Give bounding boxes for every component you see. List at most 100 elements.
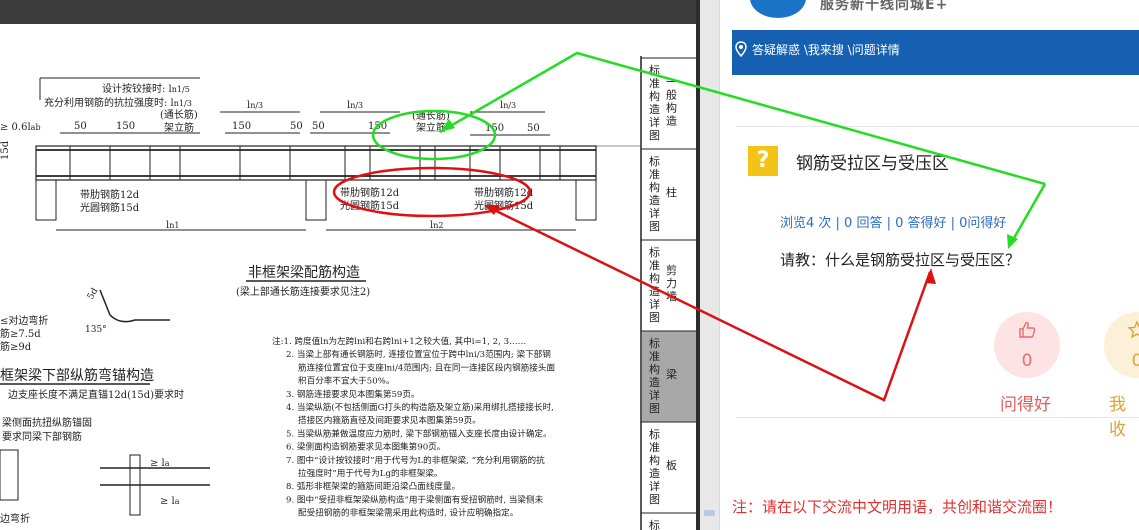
svg-text:≥ la: ≥ la xyxy=(150,458,170,469)
svg-text:≥ 0.6lab: ≥ 0.6lab xyxy=(0,122,41,133)
tab-char: 标 xyxy=(649,518,660,530)
tab-char: 准 xyxy=(649,259,660,272)
qa-panel: 服务新十线同城E+ 答疑解惑 \我来搜 \问题详情 ? 钢筋受拉区与受压区 浏览… xyxy=(719,0,1139,530)
breadcrumb[interactable]: 答疑解惑 \我来搜 \问题详情 xyxy=(752,41,900,58)
mascot-logo xyxy=(750,0,806,18)
tab-label-char: 力 xyxy=(666,277,677,290)
svg-text:(通长筋): (通长筋) xyxy=(160,108,198,121)
svg-text:15d: 15d xyxy=(0,140,11,160)
svg-text:(通长筋): (通长筋) xyxy=(412,109,450,122)
question-title: 钢筋受拉区与受压区 xyxy=(796,154,949,174)
favorite-label[interactable]: 我收 xyxy=(1109,390,1139,440)
thumbs-up-icon xyxy=(1019,321,1036,338)
tab-label-char: 造 xyxy=(666,114,677,128)
svg-text:架立筋: 架立筋 xyxy=(416,121,446,134)
tab-char: 图 xyxy=(649,220,660,233)
note-line: 配受扭钢筋的非框架梁需采用此构造时, 设计应明确指定。 xyxy=(298,507,518,519)
svg-text:设计按铰接时: ln1/5: 设计按铰接时: ln1/5 xyxy=(102,82,190,95)
svg-text:135°: 135° xyxy=(85,325,107,335)
tab-char: 标 xyxy=(649,336,660,350)
drawing-viewer: 设计按铰接时: ln1/5 充分利用钢筋的抗拉强度时: ln1/3 ≥ 0.6l… xyxy=(0,0,700,530)
divider-handle[interactable] xyxy=(704,510,715,516)
tab-char: 详 xyxy=(649,115,660,129)
civility-notice: 注：请在以下交流中文明用语，共创和谐交流圈！ xyxy=(732,498,1063,516)
tab-label-char: 一 xyxy=(666,76,677,89)
site-brand: 服务新十线同城E+ xyxy=(820,0,949,13)
svg-text:带肋钢筋12d: 带肋钢筋12d xyxy=(80,188,140,201)
tab-char: 图 xyxy=(649,402,660,415)
note-line: 8. 弧形非框架梁的箍筋间距沿梁凸面线度量。 xyxy=(286,480,460,492)
svg-text:筋≥9d: 筋≥9d xyxy=(0,340,32,353)
tab-char: 构 xyxy=(649,89,660,103)
tab-label-char: 般 xyxy=(666,89,677,102)
svg-text:5d: 5d xyxy=(86,286,101,301)
tab-char: 标 xyxy=(649,427,660,441)
svg-text:带肋钢筋12d: 带肋钢筋12d xyxy=(340,186,400,199)
note-line: 搭接区内箍筋直径及间距要求见本图集第59页。 xyxy=(298,414,481,426)
note-line: 积百分率不宜大于50%。 xyxy=(298,375,394,387)
tab-label-char: 墙 xyxy=(666,289,677,303)
good-question-label[interactable]: 问得好 xyxy=(1000,390,1051,415)
tab-char: 构 xyxy=(649,180,660,194)
note-line: 筋连接位置宜位于支座lni/4范围内; 且在同一连接区段内钢筋接头面 xyxy=(298,361,555,373)
svg-text:光圆钢筋15d: 光圆钢筋15d xyxy=(80,201,140,214)
svg-text:架立筋: 架立筋 xyxy=(164,121,194,134)
svg-text:边弯折: 边弯折 xyxy=(0,512,30,525)
svg-text:ln/3: ln/3 xyxy=(247,100,263,111)
svg-text:50: 50 xyxy=(290,121,303,132)
tab-char: 详 xyxy=(649,479,660,493)
location-pin-icon xyxy=(735,41,747,57)
question-mark-icon: ? xyxy=(748,146,778,176)
svg-text:150: 150 xyxy=(116,121,135,132)
tab-char: 标 xyxy=(649,63,660,77)
tab-char: 详 xyxy=(649,297,660,311)
note-line: 4. 当梁纵筋(不包括侧面G打头的构造筋及架立筋)采用绑扎搭接接长时, xyxy=(286,401,554,413)
tab-char: 准 xyxy=(649,168,660,181)
svg-text:要求同梁下部钢筋: 要求同梁下部钢筋 xyxy=(2,430,82,443)
svg-text:框架梁下部纵筋弯锚构造: 框架梁下部纵筋弯锚构造 xyxy=(0,367,154,384)
tab-char: 图 xyxy=(649,129,660,142)
tab-char: 详 xyxy=(649,388,660,402)
note-line: 注:1. 跨度值ln为左跨lni和右跨lni+1之较大值, 其中i=1, 2, … xyxy=(272,335,526,347)
svg-text:150: 150 xyxy=(368,121,387,132)
svg-text:ln/3: ln/3 xyxy=(347,100,363,111)
svg-text:光圆钢筋15d: 光圆钢筋15d xyxy=(474,199,534,212)
structural-drawing: 设计按铰接时: ln1/5 充分利用钢筋的抗拉强度时: ln1/3 ≥ 0.6l… xyxy=(0,56,696,530)
svg-text:ln/3: ln/3 xyxy=(500,100,516,111)
tab-char: 造 xyxy=(649,375,660,389)
svg-text:筋≥7.5d: 筋≥7.5d xyxy=(0,327,41,340)
note-line: 2. 当梁上部有通长钢筋时, 连接位置宜位于跨中lni/3范围内; 梁下部钢 xyxy=(286,348,551,360)
svg-text:≥ la: ≥ la xyxy=(160,496,180,507)
svg-text:光圆钢筋15d: 光圆钢筋15d xyxy=(340,199,400,212)
tab-char: 构 xyxy=(649,362,660,376)
question-body: 请教：什么是钢筋受拉区与受压区？ xyxy=(780,251,1021,269)
breadcrumb-bar: 答疑解惑 \我来搜 \问题详情 xyxy=(732,30,1139,75)
note-line: 拉强度时”用于代号为Lg的非框架梁。 xyxy=(298,467,443,479)
note-line: 7. 图中“设计按铰接时”用于代号为L的非框架梁, “充分利用钢筋的抗 xyxy=(286,454,545,466)
tab-label-char: 柱 xyxy=(666,185,677,199)
svg-text:ln2: ln2 xyxy=(430,220,443,231)
svg-text:50: 50 xyxy=(312,121,325,132)
tab-char: 标 xyxy=(649,154,660,168)
tab-char: 造 xyxy=(649,466,660,480)
tab-char: 造 xyxy=(649,102,660,116)
good-question-button[interactable]: 0 xyxy=(994,312,1060,378)
note-line: 9. 图中“受扭非框架梁纵筋构造”用于梁侧面有受扭钢筋时, 当梁侧未 xyxy=(286,493,544,505)
star-icon xyxy=(1127,320,1139,339)
svg-text:150: 150 xyxy=(232,121,251,132)
svg-text:(梁上部通长筋连接要求见注2): (梁上部通长筋连接要求见注2) xyxy=(236,285,370,298)
svg-text:带肋钢筋12d: 带肋钢筋12d xyxy=(474,186,534,199)
split-divider[interactable] xyxy=(700,0,719,530)
tab-char: 构 xyxy=(649,453,660,467)
drawing-notes: 注:1. 跨度值ln为左跨lni和右跨lni+1之较大值, 其中i=1, 2, … xyxy=(272,335,555,519)
svg-text:ln1: ln1 xyxy=(166,220,179,231)
tab-label-char: 构 xyxy=(666,101,677,115)
favorite-count: 0 xyxy=(1104,352,1139,370)
svg-text:50: 50 xyxy=(74,121,87,132)
tab-label-char: 板 xyxy=(666,458,677,472)
tab-char: 图 xyxy=(649,311,660,324)
tab-char: 造 xyxy=(649,193,660,207)
note-line: 3. 钢筋连接要求见本图集第59页。 xyxy=(286,388,420,400)
svg-text:50: 50 xyxy=(527,123,540,134)
tab-char: 准 xyxy=(649,441,660,454)
